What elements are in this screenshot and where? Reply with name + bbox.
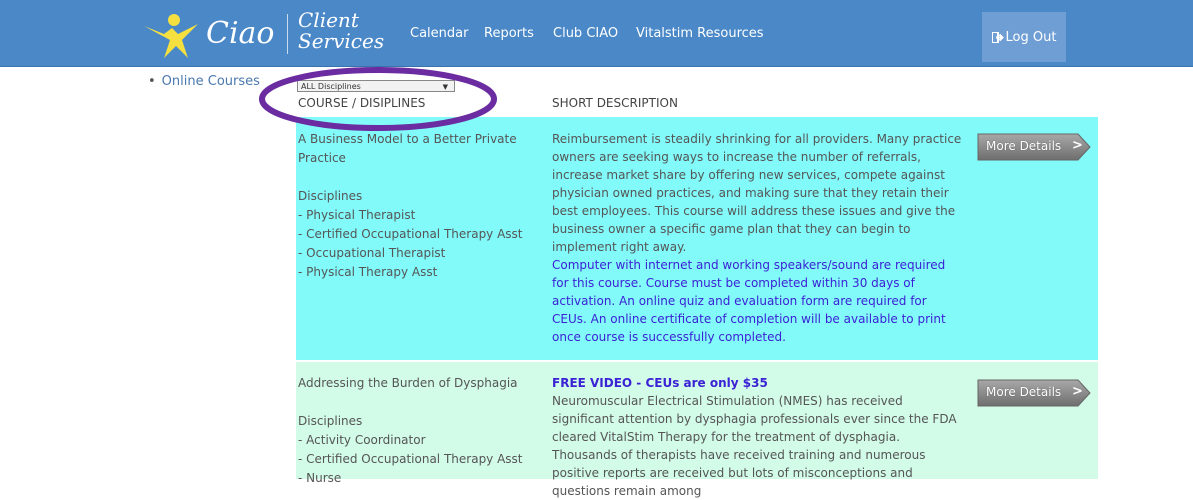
description-text: Reimbursement is steadily shrinking for … [552, 132, 962, 254]
logout-button[interactable]: Log Out [982, 12, 1066, 62]
more-details-label: More Details [986, 139, 1062, 153]
discipline-item: - Physical Therapist [298, 208, 416, 222]
discipline-item: - Certified Occupational Therapy Asst [298, 452, 523, 466]
more-details-button[interactable]: More Details > [976, 133, 1092, 161]
chevron-right-icon: > [1072, 138, 1083, 153]
description-text: Neuromuscular Electrical Stimulation (NM… [552, 394, 957, 498]
sign-out-icon [991, 31, 1004, 43]
brand-line-1: Client [298, 8, 359, 32]
course-description: Reimbursement is steadily shrinking for … [552, 130, 962, 346]
disciplines-label: Disciplines [298, 189, 363, 203]
sidebar-item-online-courses[interactable]: Online Courses [162, 74, 260, 89]
more-details-button[interactable]: More Details > [976, 379, 1092, 407]
discipline-item: - Occupational Therapist [298, 246, 446, 260]
brand-line-2: Services [298, 29, 385, 53]
disciplines-label: Disciplines [298, 414, 363, 428]
top-navbar: Ciao Client Services Calendar Reports Cl… [0, 0, 1193, 67]
logo-text: Ciao [206, 16, 275, 51]
more-details-label: More Details [986, 385, 1062, 399]
discipline-item: - Activity Coordinator [298, 433, 426, 447]
nav-club-ciao[interactable]: Club CIAO [553, 26, 618, 41]
requirements-note: Computer with internet and working speak… [552, 258, 946, 344]
free-video-note: FREE VIDEO - CEUs are only $35 [552, 376, 768, 390]
chevron-right-icon: > [1072, 384, 1083, 399]
nav-vitalstim-resources[interactable]: Vitalstim Resources [636, 26, 764, 41]
nav-calendar[interactable]: Calendar [410, 26, 468, 41]
highlight-oval-annotation [259, 67, 497, 131]
course-description: FREE VIDEO - CEUs are only $35 Neuromusc… [552, 374, 962, 500]
logo-divider [287, 14, 288, 54]
discipline-item: - Physical Therapy Asst [298, 265, 438, 279]
course-title-block: A Business Model to a Better Private Pra… [298, 130, 538, 282]
column-header-description: SHORT DESCRIPTION [552, 96, 678, 110]
discipline-item: - Certified Occupational Therapy Asst [298, 227, 523, 241]
course-title[interactable]: A Business Model to a Better Private Pra… [298, 130, 538, 168]
bullet-icon: • [148, 74, 156, 89]
sidebar-list: • Online Courses [148, 74, 260, 89]
brand-title: Client Services [298, 10, 384, 52]
course-title-block: Addressing the Burden of Dysphagia Disci… [298, 374, 538, 488]
ciao-logo[interactable]: Ciao [142, 6, 282, 60]
nav-reports[interactable]: Reports [484, 26, 534, 41]
course-title[interactable]: Addressing the Burden of Dysphagia [298, 374, 538, 393]
logout-label: Log Out [1005, 29, 1057, 45]
